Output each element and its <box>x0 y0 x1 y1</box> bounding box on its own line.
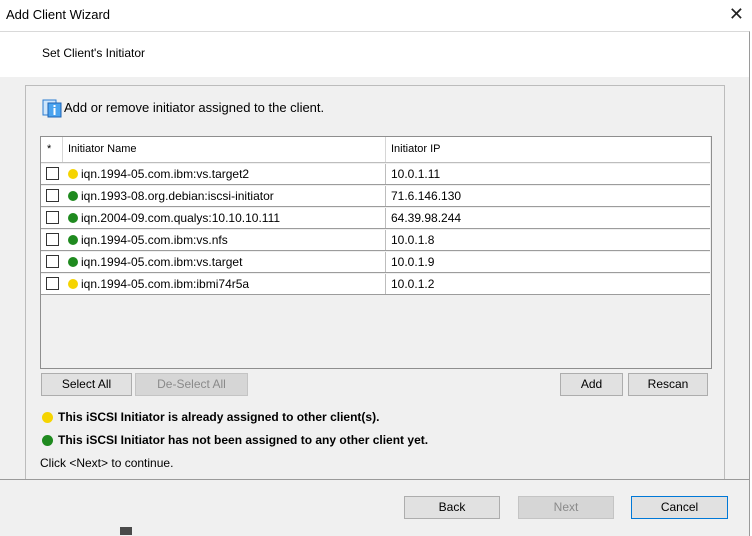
deselect-all-button[interactable]: De-Select All <box>135 373 248 396</box>
initiator-name-cell: iqn.1994-05.com.ibm:vs.target2 <box>81 167 250 181</box>
initiator-name-cell: iqn.1994-05.com.ibm:vs.target <box>81 255 243 269</box>
column-separator <box>385 230 386 250</box>
row-checkbox[interactable] <box>46 233 59 246</box>
column-separator <box>385 186 386 206</box>
col-initiator-ip[interactable]: Initiator IP <box>386 137 710 162</box>
window-title: Add Client Wizard <box>6 7 111 22</box>
legend-unassigned-text: This iSCSI Initiator has not been assign… <box>58 433 429 447</box>
wizard-header: Set Client's Initiator <box>0 31 750 78</box>
column-separator <box>385 274 386 294</box>
back-button[interactable]: Back <box>404 496 500 519</box>
initiator-name-cell: iqn.2004-09.com.qualys:10.10.10.111 <box>81 211 281 225</box>
initiator-ip-cell: 10.0.1.2 <box>391 277 435 291</box>
column-separator <box>385 164 386 184</box>
row-checkbox[interactable] <box>46 211 59 224</box>
add-button[interactable]: Add <box>560 373 623 396</box>
table-row[interactable]: iqn.1994-05.com.ibm:vs.target2 10.0.1.11 <box>41 164 710 185</box>
row-checkbox[interactable] <box>46 189 59 202</box>
green-dot-icon <box>68 235 78 245</box>
title-bar: Add Client Wizard ✕ <box>0 0 752 31</box>
initiator-name-cell: iqn.1993-08.org.debian:iscsi-initiator <box>81 189 274 203</box>
initiator-ip-cell: 10.0.1.9 <box>391 255 435 269</box>
rescan-button[interactable]: Rescan <box>628 373 708 396</box>
yellow-dot-icon <box>68 279 78 289</box>
green-dot-icon <box>68 257 78 267</box>
table-row[interactable]: iqn.1993-08.org.debian:iscsi-initiator 71… <box>41 186 710 207</box>
initiator-name-cell: iqn.1994-05.com.ibm:ibmi74r5a <box>81 277 250 291</box>
yellow-dot-icon <box>68 169 78 179</box>
background-window-fragment <box>120 527 132 535</box>
continue-hint: Click <Next> to continue. <box>40 456 174 470</box>
step-title: Set Client's Initiator <box>42 46 146 60</box>
col-check[interactable]: * <box>41 137 63 162</box>
initiator-grid: * Initiator Name Initiator IP iqn.1994-0… <box>40 136 712 369</box>
select-all-button[interactable]: Select All <box>41 373 132 396</box>
table-row[interactable]: iqn.1994-05.com.ibm:vs.nfs 10.0.1.8 <box>41 230 710 251</box>
table-row[interactable]: iqn.1994-05.com.ibm:vs.target 10.0.1.9 <box>41 252 710 273</box>
initiator-ip-cell: 10.0.1.11 <box>391 167 441 181</box>
yellow-dot-icon <box>42 412 53 423</box>
row-checkbox[interactable] <box>46 277 59 290</box>
grid-header: * Initiator Name Initiator IP <box>41 137 710 163</box>
column-separator <box>385 208 386 228</box>
initiator-name-cell: iqn.1994-05.com.ibm:vs.nfs <box>81 233 228 247</box>
legend-assigned-text: This iSCSI Initiator is already assigned… <box>58 410 380 424</box>
initiator-ip-cell: 64.39.98.244 <box>391 211 462 225</box>
wizard-footer: Back Next Cancel <box>0 479 750 536</box>
row-checkbox[interactable] <box>46 255 59 268</box>
table-row[interactable]: iqn.2004-09.com.qualys:10.10.10.111 64.39… <box>41 208 710 229</box>
green-dot-icon <box>42 435 53 446</box>
col-initiator-name[interactable]: Initiator Name <box>63 137 386 162</box>
next-button[interactable]: Next <box>518 496 614 519</box>
close-icon[interactable]: ✕ <box>729 4 744 24</box>
initiator-ip-cell: 71.6.146.130 <box>391 189 462 203</box>
cancel-button[interactable]: Cancel <box>631 496 728 519</box>
green-dot-icon <box>68 213 78 223</box>
row-checkbox[interactable] <box>46 167 59 180</box>
initiator-ip-cell: 10.0.1.8 <box>391 233 435 247</box>
green-dot-icon <box>68 191 78 201</box>
column-separator <box>385 252 386 272</box>
table-row[interactable]: iqn.1994-05.com.ibm:ibmi74r5a 10.0.1.2 <box>41 274 710 295</box>
intro-text: Add or remove initiator assigned to the … <box>64 100 325 115</box>
info-icon <box>42 99 62 118</box>
